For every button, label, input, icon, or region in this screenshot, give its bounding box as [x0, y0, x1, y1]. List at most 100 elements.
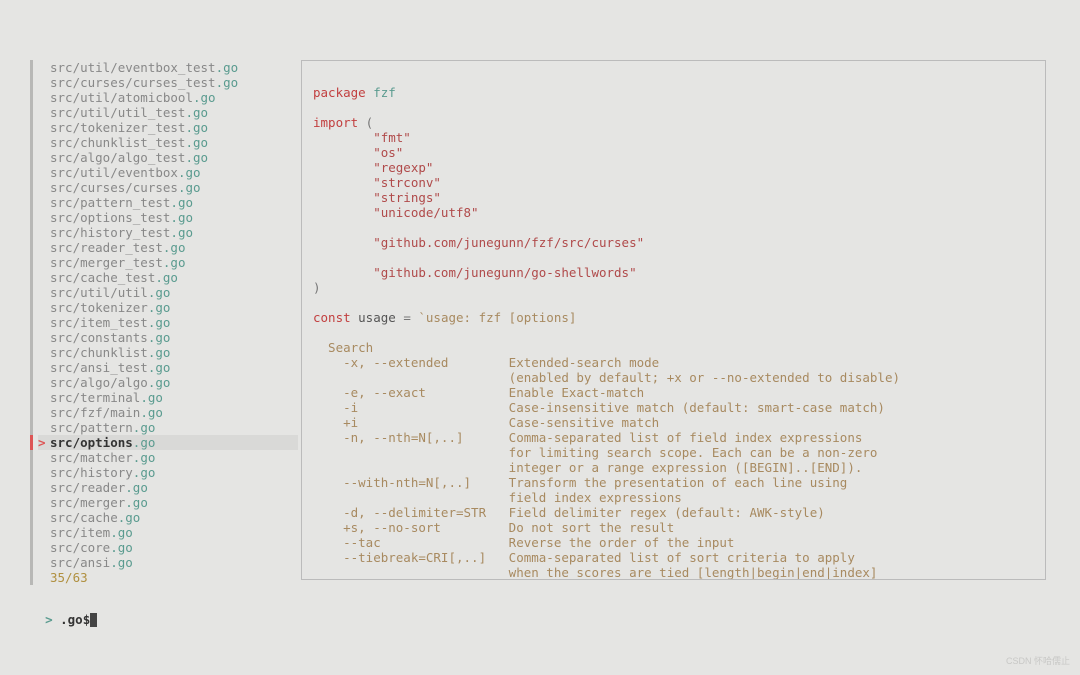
list-item[interactable]: src/ansi.go — [38, 555, 298, 570]
pointer-icon — [38, 315, 50, 330]
file-path: src/core — [50, 540, 110, 555]
file-path: src/pattern_test — [50, 195, 170, 210]
list-item[interactable]: src/tokenizer_test.go — [38, 120, 298, 135]
pointer-icon — [38, 120, 50, 135]
list-item[interactable]: src/options_test.go — [38, 210, 298, 225]
import-line: "os" — [313, 145, 403, 160]
list-item[interactable]: src/constants.go — [38, 330, 298, 345]
usage-text: Search -x, --extended Extended-search mo… — [313, 340, 900, 580]
pointer-icon — [38, 90, 50, 105]
list-item[interactable]: src/matcher.go — [38, 450, 298, 465]
list-item[interactable]: src/algo/algo.go — [38, 375, 298, 390]
list-item[interactable]: src/chunklist_test.go — [38, 135, 298, 150]
file-ext: .go — [216, 60, 239, 75]
file-ext: .go — [140, 390, 163, 405]
pointer-icon — [38, 285, 50, 300]
file-ext: .go — [148, 315, 171, 330]
results-panel: src/util/eventbox_test.go src/curses/cur… — [30, 60, 298, 585]
file-path: src/ — [50, 435, 80, 450]
pointer-icon — [38, 360, 50, 375]
list-item[interactable]: src/curses/curses_test.go — [38, 75, 298, 90]
import-line: "github.com/junegunn/go-shellwords" — [313, 265, 637, 280]
search-prompt[interactable]: > .go$ — [30, 597, 97, 627]
file-ext: .go — [185, 120, 208, 135]
file-path: src/reader_test — [50, 240, 163, 255]
pointer-icon — [38, 225, 50, 240]
const-name: usage — [358, 310, 403, 325]
file-ext: .go — [125, 480, 148, 495]
file-path: src/curses/curses — [50, 180, 178, 195]
file-path: src/tokenizer_test — [50, 120, 185, 135]
file-path: src/chunklist — [50, 345, 148, 360]
file-ext: .go — [140, 405, 163, 420]
pointer-icon — [38, 525, 50, 540]
file-ext: .go — [148, 360, 171, 375]
list-item[interactable]: src/util/atomicbool.go — [38, 90, 298, 105]
file-path: src/reader — [50, 480, 125, 495]
list-item[interactable]: src/reader.go — [38, 480, 298, 495]
list-item[interactable]: src/tokenizer.go — [38, 300, 298, 315]
list-item[interactable]: src/ansi_test.go — [38, 360, 298, 375]
selection-indicator — [30, 435, 33, 450]
list-item[interactable]: src/history_test.go — [38, 225, 298, 240]
list-item[interactable]: src/core.go — [38, 540, 298, 555]
pointer-icon — [38, 510, 50, 525]
pointer-icon — [38, 210, 50, 225]
import-line: "github.com/junegunn/fzf/src/curses" — [313, 235, 644, 250]
pointer-icon — [38, 555, 50, 570]
paren-open: ( — [358, 115, 373, 130]
pointer-icon — [38, 60, 50, 75]
file-path: src/util/util_test — [50, 105, 185, 120]
file-path: src/algo/algo — [50, 375, 148, 390]
pointer-icon — [38, 300, 50, 315]
pointer-icon — [38, 150, 50, 165]
list-item[interactable]: src/util/eventbox.go — [38, 165, 298, 180]
list-item[interactable]: src/history.go — [38, 465, 298, 480]
file-ext: .go — [216, 75, 239, 90]
pointer-icon — [38, 495, 50, 510]
list-item[interactable]: src/merger.go — [38, 495, 298, 510]
list-item[interactable]: src/cache_test.go — [38, 270, 298, 285]
pointer-icon — [38, 450, 50, 465]
import-line: "fmt" — [313, 130, 411, 145]
list-item[interactable]: src/util/eventbox_test.go — [38, 60, 298, 75]
file-ext: .go — [110, 525, 133, 540]
file-ext: .go — [133, 435, 156, 450]
list-item[interactable]: >src/options.go — [38, 435, 298, 450]
list-item[interactable]: src/terminal.go — [38, 390, 298, 405]
list-item[interactable]: src/chunklist.go — [38, 345, 298, 360]
list-item[interactable]: src/merger_test.go — [38, 255, 298, 270]
list-item[interactable]: src/item_test.go — [38, 315, 298, 330]
import-line: "unicode/utf8" — [313, 205, 479, 220]
cursor — [90, 613, 97, 627]
search-query[interactable]: .go$ — [60, 612, 90, 627]
file-ext: .go — [170, 210, 193, 225]
list-item[interactable]: src/util/util.go — [38, 285, 298, 300]
file-ext: .go — [133, 450, 156, 465]
keyword-const: const — [313, 310, 358, 325]
list-item[interactable]: src/item.go — [38, 525, 298, 540]
list-item[interactable]: src/util/util_test.go — [38, 105, 298, 120]
list-item[interactable]: src/pattern.go — [38, 420, 298, 435]
file-path: src/chunklist_test — [50, 135, 185, 150]
pointer-icon — [38, 390, 50, 405]
file-path: src/algo/algo_test — [50, 150, 185, 165]
pointer-icon — [38, 135, 50, 150]
import-line: "strings" — [313, 190, 441, 205]
file-path: src/options_test — [50, 210, 170, 225]
list-item[interactable]: src/algo/algo_test.go — [38, 150, 298, 165]
file-ext: .go — [193, 90, 216, 105]
list-item[interactable]: src/pattern_test.go — [38, 195, 298, 210]
file-path: src/merger_test — [50, 255, 163, 270]
file-path: src/terminal — [50, 390, 140, 405]
list-item[interactable]: src/cache.go — [38, 510, 298, 525]
assign: = — [403, 310, 418, 325]
pointer-icon — [38, 75, 50, 90]
file-ext: .go — [148, 345, 171, 360]
file-list[interactable]: src/util/eventbox_test.go src/curses/cur… — [33, 60, 298, 570]
list-item[interactable]: src/curses/curses.go — [38, 180, 298, 195]
list-item[interactable]: src/fzf/main.go — [38, 405, 298, 420]
file-ext: .go — [110, 555, 133, 570]
list-item[interactable]: src/reader_test.go — [38, 240, 298, 255]
file-ext: .go — [133, 420, 156, 435]
